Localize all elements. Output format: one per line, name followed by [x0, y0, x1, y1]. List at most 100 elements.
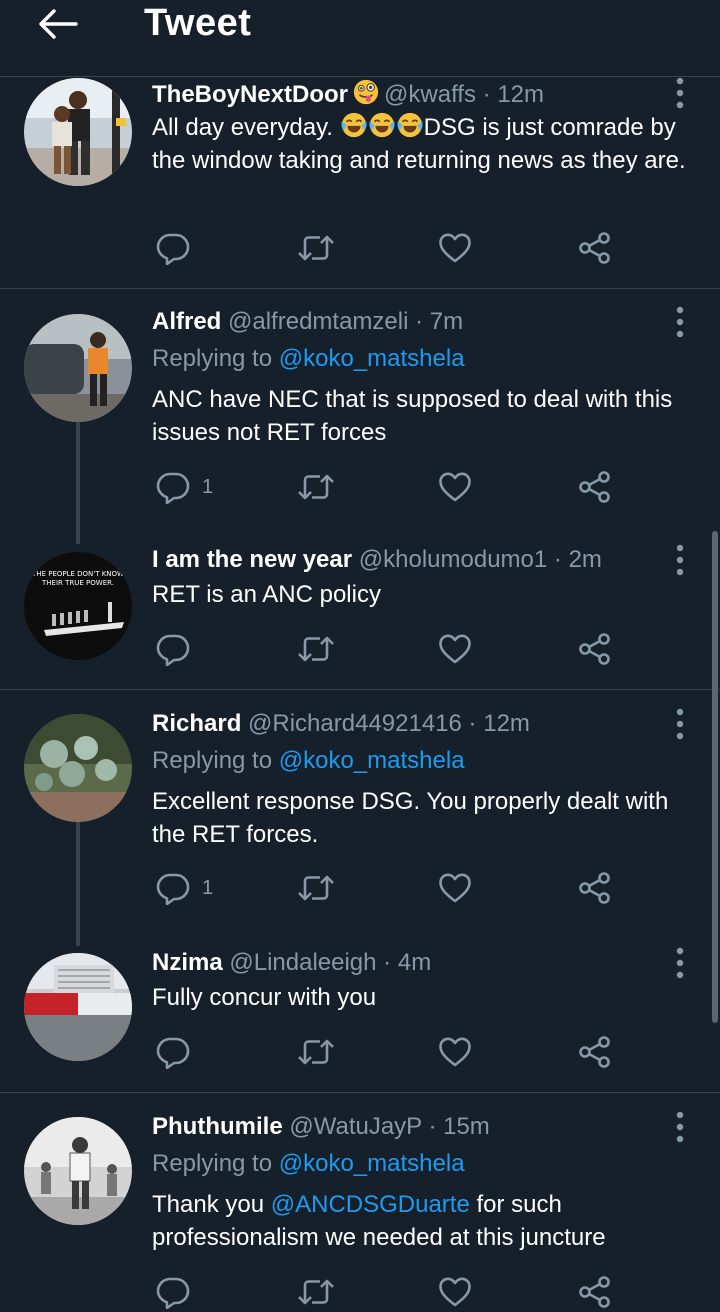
timestamp[interactable]: 12m	[497, 81, 544, 108]
share-button[interactable]	[578, 228, 612, 268]
separator: ·	[428, 1113, 437, 1140]
replying-to-label: Replying to	[152, 747, 279, 774]
tweet-header: Richard @Richard44921416 · 12m	[152, 709, 530, 739]
author-name[interactable]: Alfred	[152, 308, 221, 335]
author-handle[interactable]: @kholumodumo1	[359, 546, 547, 573]
timestamp[interactable]: 7m	[430, 308, 463, 335]
share-button[interactable]	[578, 868, 612, 908]
retweet-button[interactable]	[296, 228, 336, 268]
divider	[0, 689, 720, 690]
retweet-arrows-icon	[296, 632, 336, 666]
avatar[interactable]	[24, 78, 132, 186]
retweet-button[interactable]	[296, 629, 336, 669]
like-button[interactable]	[438, 1032, 472, 1072]
retweet-button[interactable]	[296, 1032, 336, 1072]
retweet-arrows-icon	[296, 470, 336, 504]
like-button[interactable]	[438, 629, 472, 669]
tweet-text: Thank you @ANCDSGDuarte for such profess…	[152, 1188, 700, 1254]
separator: ·	[468, 710, 477, 737]
retweet-button[interactable]	[296, 868, 336, 908]
thread-line	[76, 422, 80, 544]
vertical-dots-icon[interactable]	[668, 305, 692, 339]
thread-line	[76, 822, 80, 946]
tweet-header: Nzima @Lindaleeigh · 4m	[152, 948, 431, 978]
retweet-button[interactable]	[296, 467, 336, 507]
share-nodes-icon	[578, 231, 612, 265]
author-name[interactable]: TheBoyNextDoor	[152, 81, 348, 108]
mention-link[interactable]: @ANCDSGDuarte	[271, 1191, 470, 1218]
tweet-header: Phuthumile @WatuJayP · 15m	[152, 1112, 490, 1142]
speech-bubble-icon	[156, 1275, 190, 1309]
author-handle[interactable]: @WatuJayP	[289, 1113, 421, 1140]
divider	[0, 288, 720, 289]
reply-button[interactable]	[156, 629, 190, 669]
scrollbar[interactable]	[712, 531, 718, 1023]
reply-button[interactable]	[156, 1032, 190, 1072]
author-name[interactable]: I am the new year	[152, 546, 352, 573]
avatar[interactable]	[24, 314, 132, 422]
share-button[interactable]	[578, 629, 612, 669]
replying-to: Replying to @koko_matshela	[152, 344, 465, 374]
speech-bubble-icon	[156, 632, 190, 666]
avatar[interactable]	[24, 1117, 132, 1225]
reply-button[interactable]	[156, 1272, 190, 1312]
tears-of-joy-icon	[368, 111, 396, 139]
author-handle[interactable]: @alfredmtamzeli	[228, 308, 408, 335]
mention-link[interactable]: @koko_matshela	[279, 747, 465, 774]
retweet-arrows-icon	[296, 871, 336, 905]
timestamp[interactable]: 2m	[569, 546, 602, 573]
tweet-text-start: Thank you	[152, 1191, 271, 1218]
author-handle[interactable]: @kwaffs	[384, 81, 476, 108]
share-button[interactable]	[578, 1032, 612, 1072]
vertical-dots-icon[interactable]	[668, 543, 692, 577]
retweet-arrows-icon	[296, 231, 336, 265]
reply-button[interactable]: 1	[156, 467, 213, 507]
mention-link[interactable]: @koko_matshela	[279, 345, 465, 372]
share-button[interactable]	[578, 1272, 612, 1312]
avatar[interactable]: THE PEOPLE DON'T KNOW THEIR TRUE POWER.	[24, 552, 132, 660]
share-button[interactable]	[578, 467, 612, 507]
tweet-header: I am the new year @kholumodumo1 · 2m	[152, 545, 602, 575]
vertical-dots-icon[interactable]	[668, 707, 692, 741]
author-handle[interactable]: @Richard44921416	[248, 710, 462, 737]
divider	[0, 1092, 720, 1093]
separator: ·	[383, 949, 392, 976]
timestamp[interactable]: 15m	[443, 1113, 490, 1140]
separator: ·	[415, 308, 424, 335]
author-handle[interactable]: @Lindaleeigh	[229, 949, 376, 976]
speech-bubble-icon	[156, 1035, 190, 1069]
reply-button[interactable]: 1	[156, 868, 213, 908]
author-name[interactable]: Richard	[152, 710, 241, 737]
vertical-dots-icon[interactable]	[668, 76, 692, 110]
replying-to-label: Replying to	[152, 1150, 279, 1177]
tweet-header: TheBoyNextDoor @kwaffs · 12m	[152, 78, 544, 114]
heart-icon	[438, 1035, 472, 1069]
author-name[interactable]: Phuthumile	[152, 1113, 283, 1140]
timestamp[interactable]: 12m	[483, 710, 530, 737]
tears-of-joy-icon	[396, 111, 424, 139]
timestamp[interactable]: 4m	[398, 949, 431, 976]
like-button[interactable]	[438, 467, 472, 507]
like-button[interactable]	[438, 228, 472, 268]
like-button[interactable]	[438, 1272, 472, 1312]
separator: ·	[482, 81, 491, 108]
like-button[interactable]	[438, 868, 472, 908]
share-nodes-icon	[578, 470, 612, 504]
tweet-text: All day everyday. DSG is just comrade by…	[152, 111, 700, 177]
mention-link[interactable]: @koko_matshela	[279, 1150, 465, 1177]
winking-tongue-face-icon	[352, 78, 380, 114]
speech-bubble-icon	[156, 470, 190, 504]
heart-icon	[438, 1275, 472, 1309]
avatar[interactable]	[24, 714, 132, 822]
vertical-dots-icon[interactable]	[668, 946, 692, 980]
author-name[interactable]: Nzima	[152, 949, 223, 976]
arrow-left-icon[interactable]	[36, 6, 80, 42]
tears-of-joy-icon	[340, 111, 368, 139]
avatar[interactable]	[24, 953, 132, 1061]
reply-button[interactable]	[156, 228, 190, 268]
reply-count: 1	[202, 475, 214, 498]
retweet-button[interactable]	[296, 1272, 336, 1312]
share-nodes-icon	[578, 632, 612, 666]
vertical-dots-icon[interactable]	[668, 1110, 692, 1144]
separator: ·	[553, 546, 562, 573]
